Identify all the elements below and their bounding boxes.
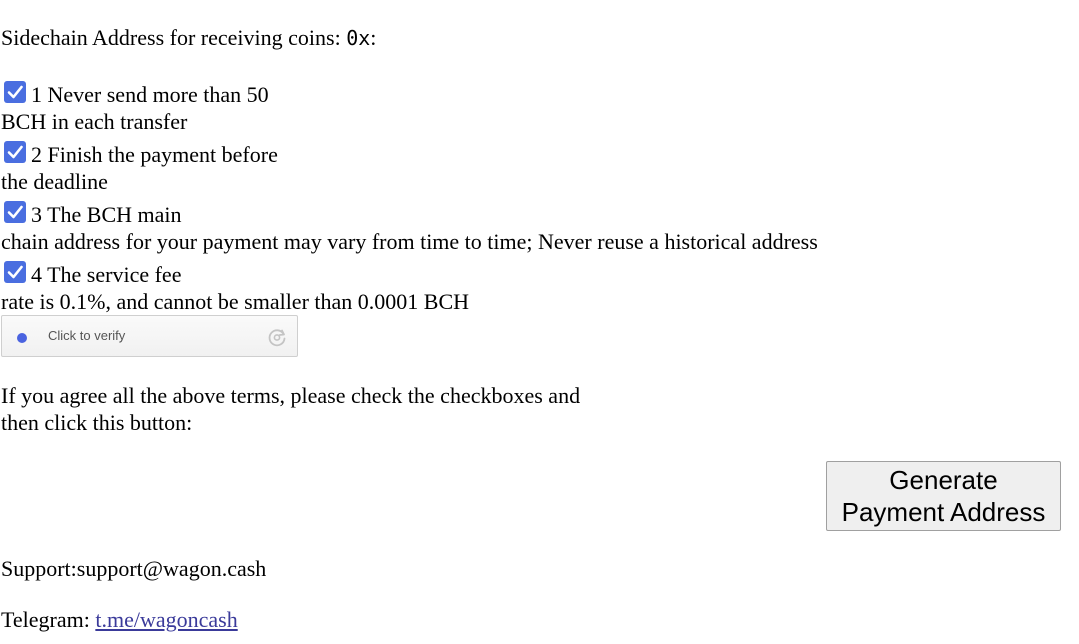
checkmark-icon <box>7 265 23 279</box>
checkmark-icon <box>7 145 23 159</box>
generate-payment-address-button[interactable]: Generate Payment Address <box>826 461 1061 531</box>
term-2-label: 2 Finish the payment before <box>31 142 278 167</box>
address-suffix: : <box>370 25 377 50</box>
generate-button-line-2: Payment Address <box>841 497 1046 527</box>
term-3-label: 3 The BCH main <box>31 202 182 227</box>
instructions-line-2: then click this button: <box>1 410 193 435</box>
generate-button-line-1: Generate <box>889 465 998 495</box>
term-3-text: chain address for your payment may vary … <box>1 229 818 254</box>
term-3-checkbox[interactable] <box>4 201 26 223</box>
telegram-link[interactable]: t.me/wagoncash <box>95 607 237 632</box>
address-value[interactable]: 0x <box>346 26 370 50</box>
telegram-label: Telegram: <box>1 607 96 632</box>
term-1-text: BCH in each transfer <box>1 109 188 134</box>
address-label: Sidechain Address for receiving coins: <box>1 25 347 50</box>
term-1-label: 1 Never send more than 50 <box>31 82 269 107</box>
checkmark-icon <box>7 205 23 219</box>
term-1-checkbox[interactable] <box>4 81 26 103</box>
address-line: Sidechain Address for receiving coins: 0… <box>1 25 376 51</box>
term-4-text: rate is 0.1%, and cannot be smaller than… <box>1 289 470 314</box>
captcha-label: Click to verify <box>48 328 126 343</box>
support-text: Support:support@wagon.cash <box>1 556 267 581</box>
term-2-checkbox[interactable] <box>4 141 26 163</box>
captcha-verify-widget[interactable]: Click to verify <box>1 315 298 357</box>
refresh-icon <box>268 329 286 347</box>
term-2-text: the deadline <box>1 169 108 194</box>
checkmark-icon <box>7 85 23 99</box>
telegram-line: Telegram: t.me/wagoncash <box>1 607 238 633</box>
term-4-checkbox[interactable] <box>4 261 26 283</box>
captcha-dot-icon <box>17 333 27 343</box>
instructions-line-1: If you agree all the above terms, please… <box>1 383 581 408</box>
page: Sidechain Address for receiving coins: 0… <box>0 0 1079 644</box>
term-4-label: 4 The service fee <box>31 262 182 287</box>
